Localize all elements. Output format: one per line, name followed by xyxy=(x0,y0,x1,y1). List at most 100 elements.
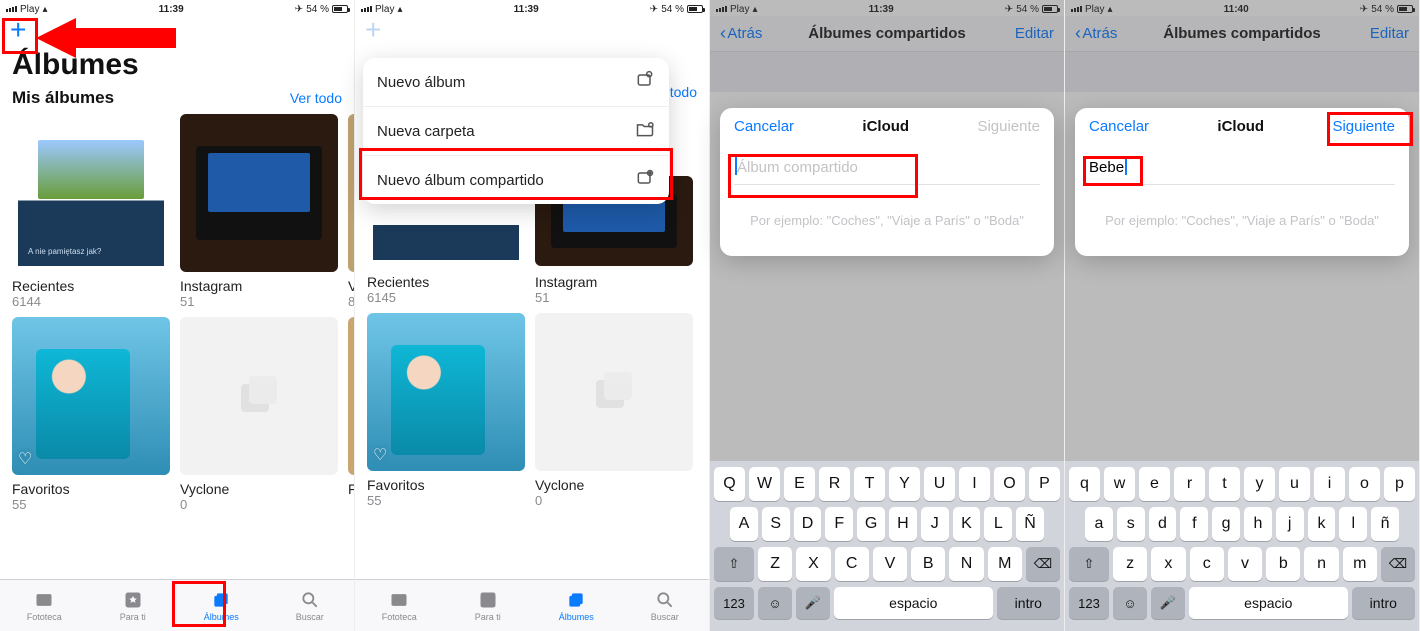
key-m[interactable]: m xyxy=(1343,547,1377,581)
key-n[interactable]: N xyxy=(949,547,983,581)
album-name-input[interactable]: Bebe xyxy=(1089,151,1395,185)
key-w[interactable]: W xyxy=(749,467,780,501)
key-n[interactable]: n xyxy=(1304,547,1338,581)
key-d[interactable]: D xyxy=(794,507,822,541)
menu-new-folder[interactable]: Nueva carpeta xyxy=(363,107,669,156)
key-c[interactable]: C xyxy=(835,547,869,581)
tab-albums[interactable]: Álbumes xyxy=(177,580,266,631)
key-s[interactable]: S xyxy=(762,507,790,541)
return-key[interactable]: intro xyxy=(1352,587,1415,619)
key-g[interactable]: G xyxy=(857,507,885,541)
key-b[interactable]: B xyxy=(911,547,945,581)
key-i[interactable]: i xyxy=(1314,467,1345,501)
space-key[interactable]: espacio xyxy=(1189,587,1348,619)
see-all-link[interactable]: Ver todo xyxy=(290,90,342,106)
add-button[interactable]: + xyxy=(365,14,381,45)
menu-new-shared-album[interactable]: Nuevo álbum compartido xyxy=(363,156,669,204)
key-o[interactable]: O xyxy=(994,467,1025,501)
key-y[interactable]: y xyxy=(1244,467,1275,501)
key-u[interactable]: u xyxy=(1279,467,1310,501)
status-bar: Play▴ 11:39 ✈54 % xyxy=(0,0,354,16)
key-s[interactable]: s xyxy=(1117,507,1145,541)
key-r[interactable]: R xyxy=(819,467,850,501)
number-key[interactable]: 123 xyxy=(1069,587,1109,619)
tab-library[interactable]: Fototeca xyxy=(355,580,444,631)
key-h[interactable]: H xyxy=(889,507,917,541)
key-g[interactable]: g xyxy=(1212,507,1240,541)
key-c[interactable]: c xyxy=(1190,547,1224,581)
key-t[interactable]: t xyxy=(1209,467,1240,501)
key-h[interactable]: h xyxy=(1244,507,1272,541)
key-p[interactable]: p xyxy=(1384,467,1415,501)
key-o[interactable]: o xyxy=(1349,467,1380,501)
album-item[interactable]: ♡ Favoritos 55 xyxy=(367,313,525,508)
key-b[interactable]: b xyxy=(1266,547,1300,581)
key-j[interactable]: J xyxy=(921,507,949,541)
mic-key[interactable]: 🎤 xyxy=(796,587,830,619)
emoji-key[interactable]: ☺ xyxy=(1113,587,1147,619)
backspace-key[interactable]: ⌫ xyxy=(1381,547,1415,581)
key-w[interactable]: w xyxy=(1104,467,1135,501)
key-q[interactable]: Q xyxy=(714,467,745,501)
key-z[interactable]: z xyxy=(1113,547,1147,581)
add-button[interactable]: + xyxy=(10,14,26,45)
tab-library[interactable]: Fototeca xyxy=(0,580,89,631)
battery-icon xyxy=(332,5,348,13)
key-r[interactable]: r xyxy=(1174,467,1205,501)
album-item[interactable]: V 8 xyxy=(348,114,354,309)
key-t[interactable]: T xyxy=(854,467,885,501)
key-a[interactable]: A xyxy=(730,507,758,541)
key-d[interactable]: d xyxy=(1149,507,1177,541)
next-button[interactable]: Siguiente xyxy=(1332,118,1395,135)
emoji-key[interactable]: ☺ xyxy=(758,587,792,619)
shift-key[interactable]: ⇧ xyxy=(1069,547,1109,581)
album-item[interactable]: ♡ Favoritos 55 xyxy=(12,317,170,512)
key-p[interactable]: P xyxy=(1029,467,1060,501)
key-j[interactable]: j xyxy=(1276,507,1304,541)
key-y[interactable]: Y xyxy=(889,467,920,501)
mic-key[interactable]: 🎤 xyxy=(1151,587,1185,619)
menu-new-album[interactable]: Nuevo álbum xyxy=(363,58,669,107)
key-f[interactable]: F xyxy=(825,507,853,541)
key-x[interactable]: X xyxy=(796,547,830,581)
key-m[interactable]: M xyxy=(988,547,1022,581)
tab-search[interactable]: Buscar xyxy=(621,580,710,631)
key-a[interactable]: a xyxy=(1085,507,1113,541)
key-v[interactable]: v xyxy=(1228,547,1262,581)
album-item[interactable]: Recientes6145 xyxy=(367,268,525,305)
album-item[interactable]: Instagram51 xyxy=(535,268,693,305)
key-x[interactable]: x xyxy=(1151,547,1185,581)
album-item[interactable]: Instagram 51 xyxy=(180,114,338,309)
key-f[interactable]: f xyxy=(1180,507,1208,541)
number-key[interactable]: 123 xyxy=(714,587,754,619)
tab-foryou[interactable]: Para ti xyxy=(444,580,533,631)
key-k[interactable]: K xyxy=(953,507,981,541)
key-ñ[interactable]: Ñ xyxy=(1016,507,1044,541)
next-button[interactable]: Siguiente xyxy=(977,118,1040,135)
key-e[interactable]: e xyxy=(1139,467,1170,501)
key-l[interactable]: L xyxy=(984,507,1012,541)
key-z[interactable]: Z xyxy=(758,547,792,581)
key-k[interactable]: k xyxy=(1308,507,1336,541)
space-key[interactable]: espacio xyxy=(834,587,993,619)
key-l[interactable]: l xyxy=(1339,507,1367,541)
return-key[interactable]: intro xyxy=(997,587,1060,619)
album-item[interactable]: Vyclone 0 xyxy=(180,317,338,512)
backspace-key[interactable]: ⌫ xyxy=(1026,547,1060,581)
album-name-input[interactable] xyxy=(734,151,1040,185)
shift-key[interactable]: ⇧ xyxy=(714,547,754,581)
album-item[interactable]: F xyxy=(348,317,354,512)
cancel-button[interactable]: Cancelar xyxy=(734,118,794,135)
key-i[interactable]: I xyxy=(959,467,990,501)
cancel-button[interactable]: Cancelar xyxy=(1089,118,1149,135)
tab-foryou[interactable]: Para ti xyxy=(89,580,178,631)
key-u[interactable]: U xyxy=(924,467,955,501)
key-v[interactable]: V xyxy=(873,547,907,581)
tab-search[interactable]: Buscar xyxy=(266,580,355,631)
album-item[interactable]: A nie pamiętasz jak? Recientes 6144 xyxy=(12,114,170,309)
tab-albums[interactable]: Álbumes xyxy=(532,580,621,631)
album-item[interactable]: Vyclone 0 xyxy=(535,313,693,508)
key-ñ[interactable]: ñ xyxy=(1371,507,1399,541)
key-q[interactable]: q xyxy=(1069,467,1100,501)
key-e[interactable]: E xyxy=(784,467,815,501)
